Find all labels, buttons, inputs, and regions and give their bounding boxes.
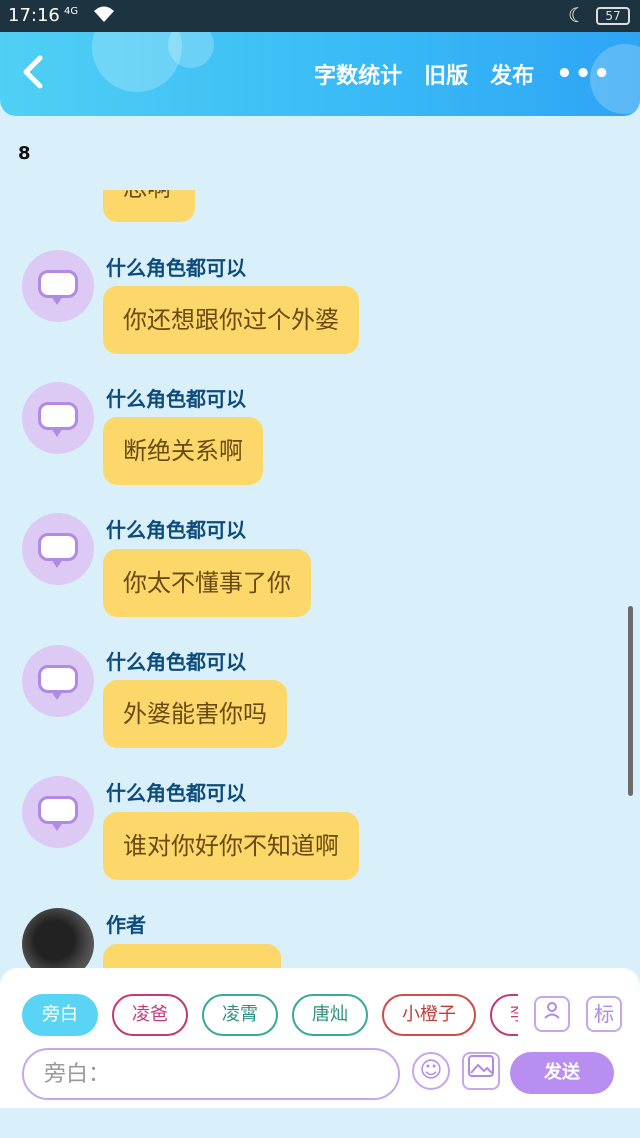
status-time: 17:16	[8, 5, 60, 26]
word-count-button[interactable]: 字数统计	[314, 58, 402, 90]
message-bubble[interactable]: 断绝关系啊	[103, 417, 263, 485]
chat-bubble-icon	[38, 796, 78, 831]
chat-bubble-icon	[38, 402, 78, 437]
speaker-name: 作者	[106, 913, 146, 937]
chat-bubble-icon	[38, 665, 78, 700]
character-avatar[interactable]	[22, 513, 94, 585]
speaker-name: 什么角色都可以	[106, 387, 246, 411]
character-avatar[interactable]	[22, 250, 94, 322]
role-chip-list[interactable]: 旁白 凌爸 凌霄 唐灿 小橙子 李	[22, 994, 518, 1036]
message-bubble[interactable]: 你还想跟你过个外婆	[103, 286, 359, 354]
message-count: 8	[18, 143, 31, 164]
composer-panel: 旁白 凌爸 凌霄 唐灿 小橙子 李 标 ☺ 发送	[0, 968, 640, 1108]
scrollbar[interactable]	[628, 606, 633, 796]
role-chip[interactable]: 凌霄	[202, 994, 278, 1036]
role-chip[interactable]: 小橙子	[382, 994, 476, 1036]
message-bubble[interactable]	[103, 944, 281, 970]
chevron-left-icon	[23, 55, 43, 89]
message-text: 你还想跟你过个外婆	[123, 306, 339, 334]
message-bubble: 恐啊	[103, 190, 195, 222]
wifi-icon	[92, 4, 116, 29]
image-icon[interactable]	[462, 1052, 500, 1090]
header-actions: 字数统计 旧版 发布 •••	[314, 32, 640, 116]
message-bubble[interactable]: 你太不懂事了你	[103, 549, 311, 617]
role-chip-narrator[interactable]: 旁白	[22, 994, 98, 1036]
picture-icon	[468, 1055, 494, 1077]
chat-bubble-icon	[38, 533, 78, 568]
role-chip[interactable]: 凌爸	[112, 994, 188, 1036]
moon-icon: ☾	[568, 3, 586, 27]
message-text: 谁对你好你不知道啊	[123, 832, 339, 860]
battery-indicator: 57	[596, 7, 630, 25]
back-button[interactable]	[18, 52, 58, 96]
message-bubble[interactable]: 外婆能害你吗	[103, 680, 287, 748]
tag-button[interactable]: 标	[586, 996, 622, 1032]
character-avatar[interactable]	[22, 776, 94, 848]
speaker-name: 什么角色都可以	[106, 256, 246, 280]
message-text: 恐啊	[123, 190, 171, 202]
author-avatar[interactable]	[22, 908, 94, 970]
old-version-button[interactable]: 旧版	[424, 58, 468, 90]
character-avatar[interactable]	[22, 645, 94, 717]
top-app-bar: 字数统计 旧版 发布 •••	[0, 32, 640, 116]
status-bar: 17:16 4G ☾ 57	[0, 0, 640, 32]
bottom-safe-area	[0, 1108, 640, 1138]
chat-bubble-icon	[38, 270, 78, 305]
message-text: 外婆能害你吗	[123, 700, 267, 728]
character-avatar[interactable]	[22, 382, 94, 454]
message-input[interactable]	[44, 1056, 380, 1092]
message-bubble[interactable]: 谁对你好你不知道啊	[103, 812, 359, 880]
speaker-name: 什么角色都可以	[106, 518, 246, 542]
speaker-name: 什么角色都可以	[106, 781, 246, 805]
message-text: 断绝关系啊	[123, 437, 243, 465]
person-icon	[544, 1002, 560, 1019]
role-chip[interactable]: 唐灿	[292, 994, 368, 1036]
speaker-name: 什么角色都可以	[106, 650, 246, 674]
message-text: 你太不懂事了你	[123, 569, 291, 597]
more-options-icon[interactable]: •••	[556, 59, 612, 89]
person-card-icon[interactable]	[534, 996, 570, 1032]
publish-button[interactable]: 发布	[490, 58, 534, 90]
chat-list[interactable]: 恐啊 什么角色都可以 你还想跟你过个外婆 什么角色都可以 断绝关系啊 什么角色都…	[0, 190, 640, 970]
role-chip[interactable]: 李	[490, 994, 518, 1036]
network-label: 4G	[64, 6, 79, 17]
emoji-icon[interactable]: ☺	[412, 1052, 450, 1090]
send-button[interactable]: 发送	[510, 1052, 614, 1094]
message-input-wrapper	[22, 1048, 400, 1100]
